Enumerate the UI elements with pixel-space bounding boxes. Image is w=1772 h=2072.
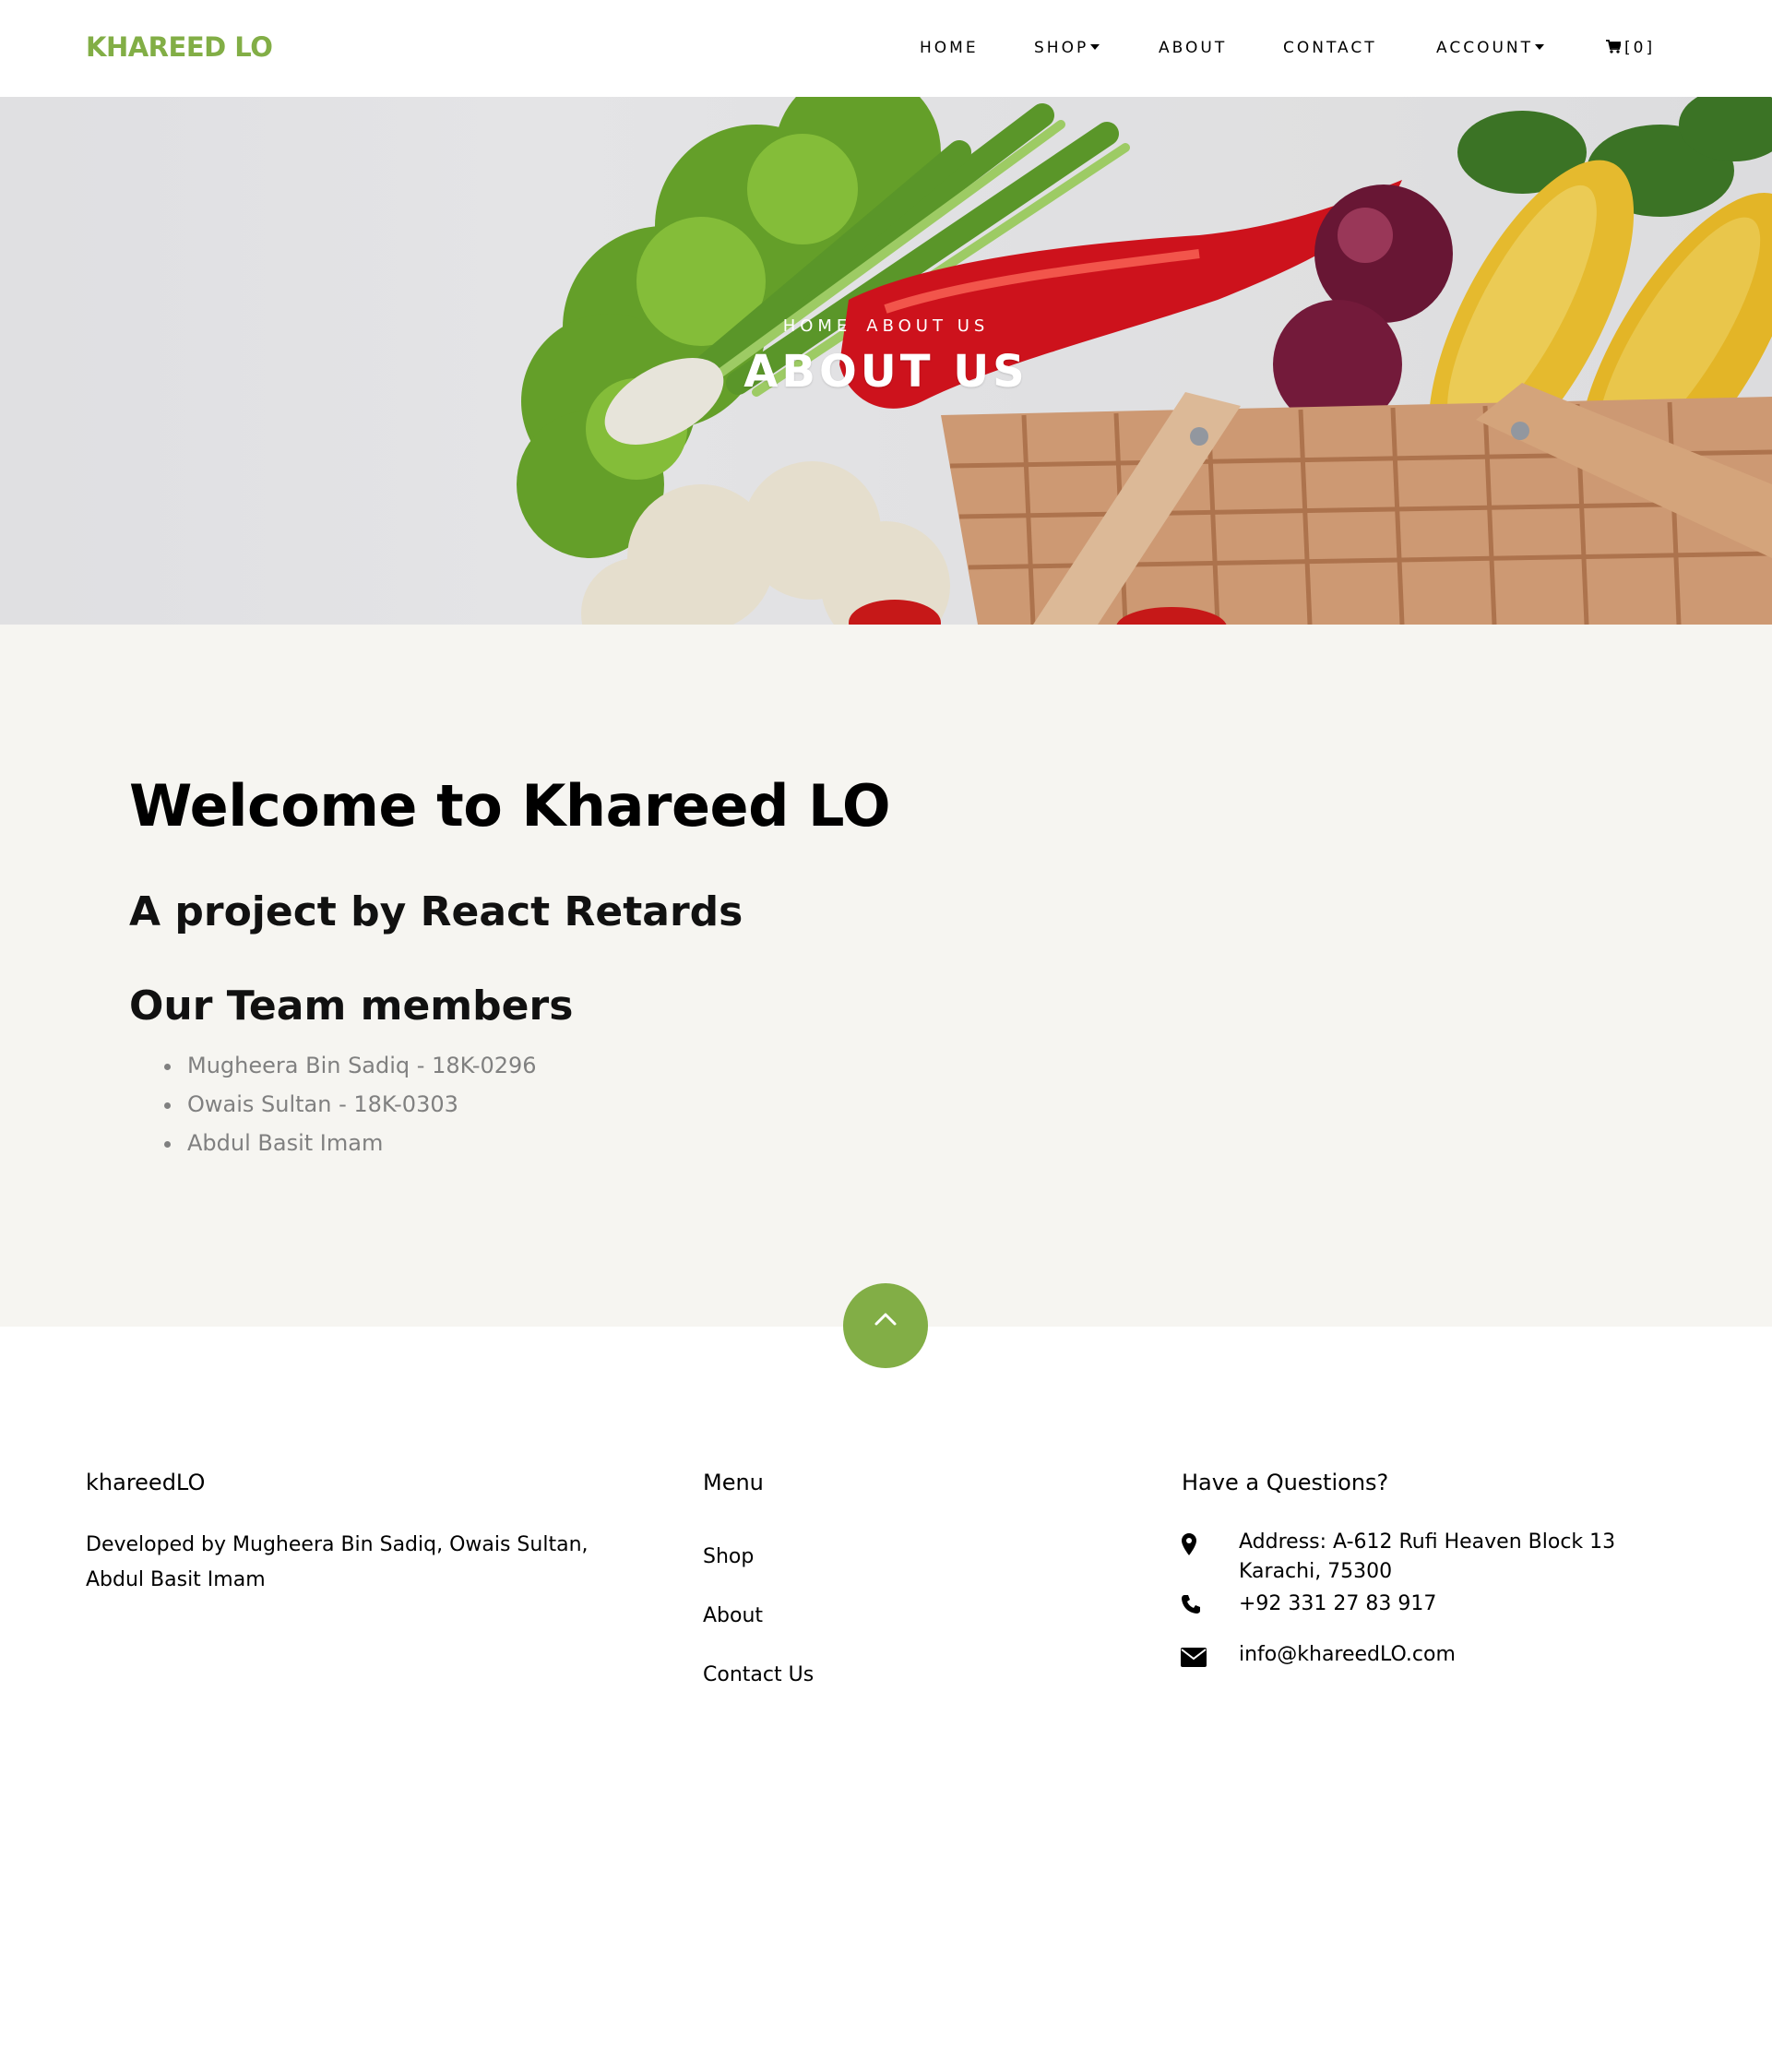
chevron-up-icon bbox=[874, 1313, 897, 1326]
caret-down-icon bbox=[1535, 44, 1544, 50]
caret-down-icon bbox=[1090, 44, 1100, 50]
footer: khareedLO Developed by Mugheera Bin Sadi… bbox=[0, 1327, 1772, 2072]
nav-account-label: ACCOUNT bbox=[1436, 39, 1533, 57]
nav-about[interactable]: ABOUT bbox=[1159, 39, 1227, 57]
about-section: Welcome to Khareed LO A project by React… bbox=[0, 625, 1772, 1327]
envelope-icon bbox=[1181, 1648, 1207, 1667]
welcome-heading: Welcome to Khareed LO bbox=[129, 772, 891, 840]
hero-banner: HOME ABOUT US ABOUT US bbox=[0, 97, 1772, 625]
list-item: Owais Sultan - 18K-0303 bbox=[164, 1090, 537, 1128]
phone-icon bbox=[1182, 1595, 1200, 1614]
footer-email[interactable]: info@khareedLO.com bbox=[1239, 1637, 1456, 1673]
hero-text: HOME ABOUT US ABOUT US bbox=[0, 97, 1772, 625]
team-list: Mugheera Bin Sadiq - 18K-0296 Owais Sult… bbox=[164, 1051, 537, 1167]
footer-phone[interactable]: +92 331 27 83 917 bbox=[1239, 1587, 1436, 1622]
nav-account-dropdown[interactable]: ACCOUNT bbox=[1436, 39, 1544, 57]
scroll-to-top-button[interactable] bbox=[843, 1283, 928, 1368]
map-marker-icon bbox=[1182, 1533, 1196, 1555]
nav-home[interactable]: HOME bbox=[920, 39, 979, 57]
team-heading: Our Team members bbox=[129, 982, 574, 1030]
breadcrumb-home[interactable]: HOME bbox=[783, 316, 852, 336]
list-item: Abdul Basit Imam bbox=[164, 1128, 537, 1167]
project-subheading: A project by React Retards bbox=[129, 888, 743, 935]
footer-address: Address: A-612 Rufi Heaven Block 13 Kara… bbox=[1239, 1530, 1616, 1583]
breadcrumb-current: ABOUT US bbox=[866, 316, 990, 336]
footer-link-about[interactable]: About bbox=[703, 1604, 763, 1627]
cart-icon bbox=[1606, 40, 1621, 54]
navbar: KHAREED LO HOME SHOP ABOUT CONTACT ACCOU… bbox=[0, 0, 1772, 97]
nav-cart[interactable]: [0] bbox=[1606, 39, 1655, 57]
footer-brand-title: khareedLO bbox=[86, 1470, 206, 1495]
footer-description: Developed by Mugheera Bin Sadiq, Owais S… bbox=[86, 1533, 589, 1591]
nav-contact[interactable]: CONTACT bbox=[1283, 39, 1377, 57]
list-item: Mugheera Bin Sadiq - 18K-0296 bbox=[164, 1051, 537, 1090]
breadcrumb: HOME ABOUT US bbox=[0, 316, 1772, 336]
cart-count: [0] bbox=[1624, 39, 1656, 57]
footer-link-shop[interactable]: Shop bbox=[703, 1545, 754, 1568]
nav-shop-dropdown[interactable]: SHOP bbox=[1034, 39, 1100, 57]
main-nav: HOME SHOP ABOUT CONTACT ACCOUNT [0] bbox=[0, 39, 1772, 59]
footer-link-contact[interactable]: Contact Us bbox=[703, 1663, 814, 1686]
footer-menu-title: Menu bbox=[703, 1470, 764, 1495]
footer-contact-title: Have a Questions? bbox=[1182, 1470, 1389, 1495]
page-title: ABOUT US bbox=[743, 346, 1029, 398]
nav-shop-label: SHOP bbox=[1034, 39, 1089, 57]
